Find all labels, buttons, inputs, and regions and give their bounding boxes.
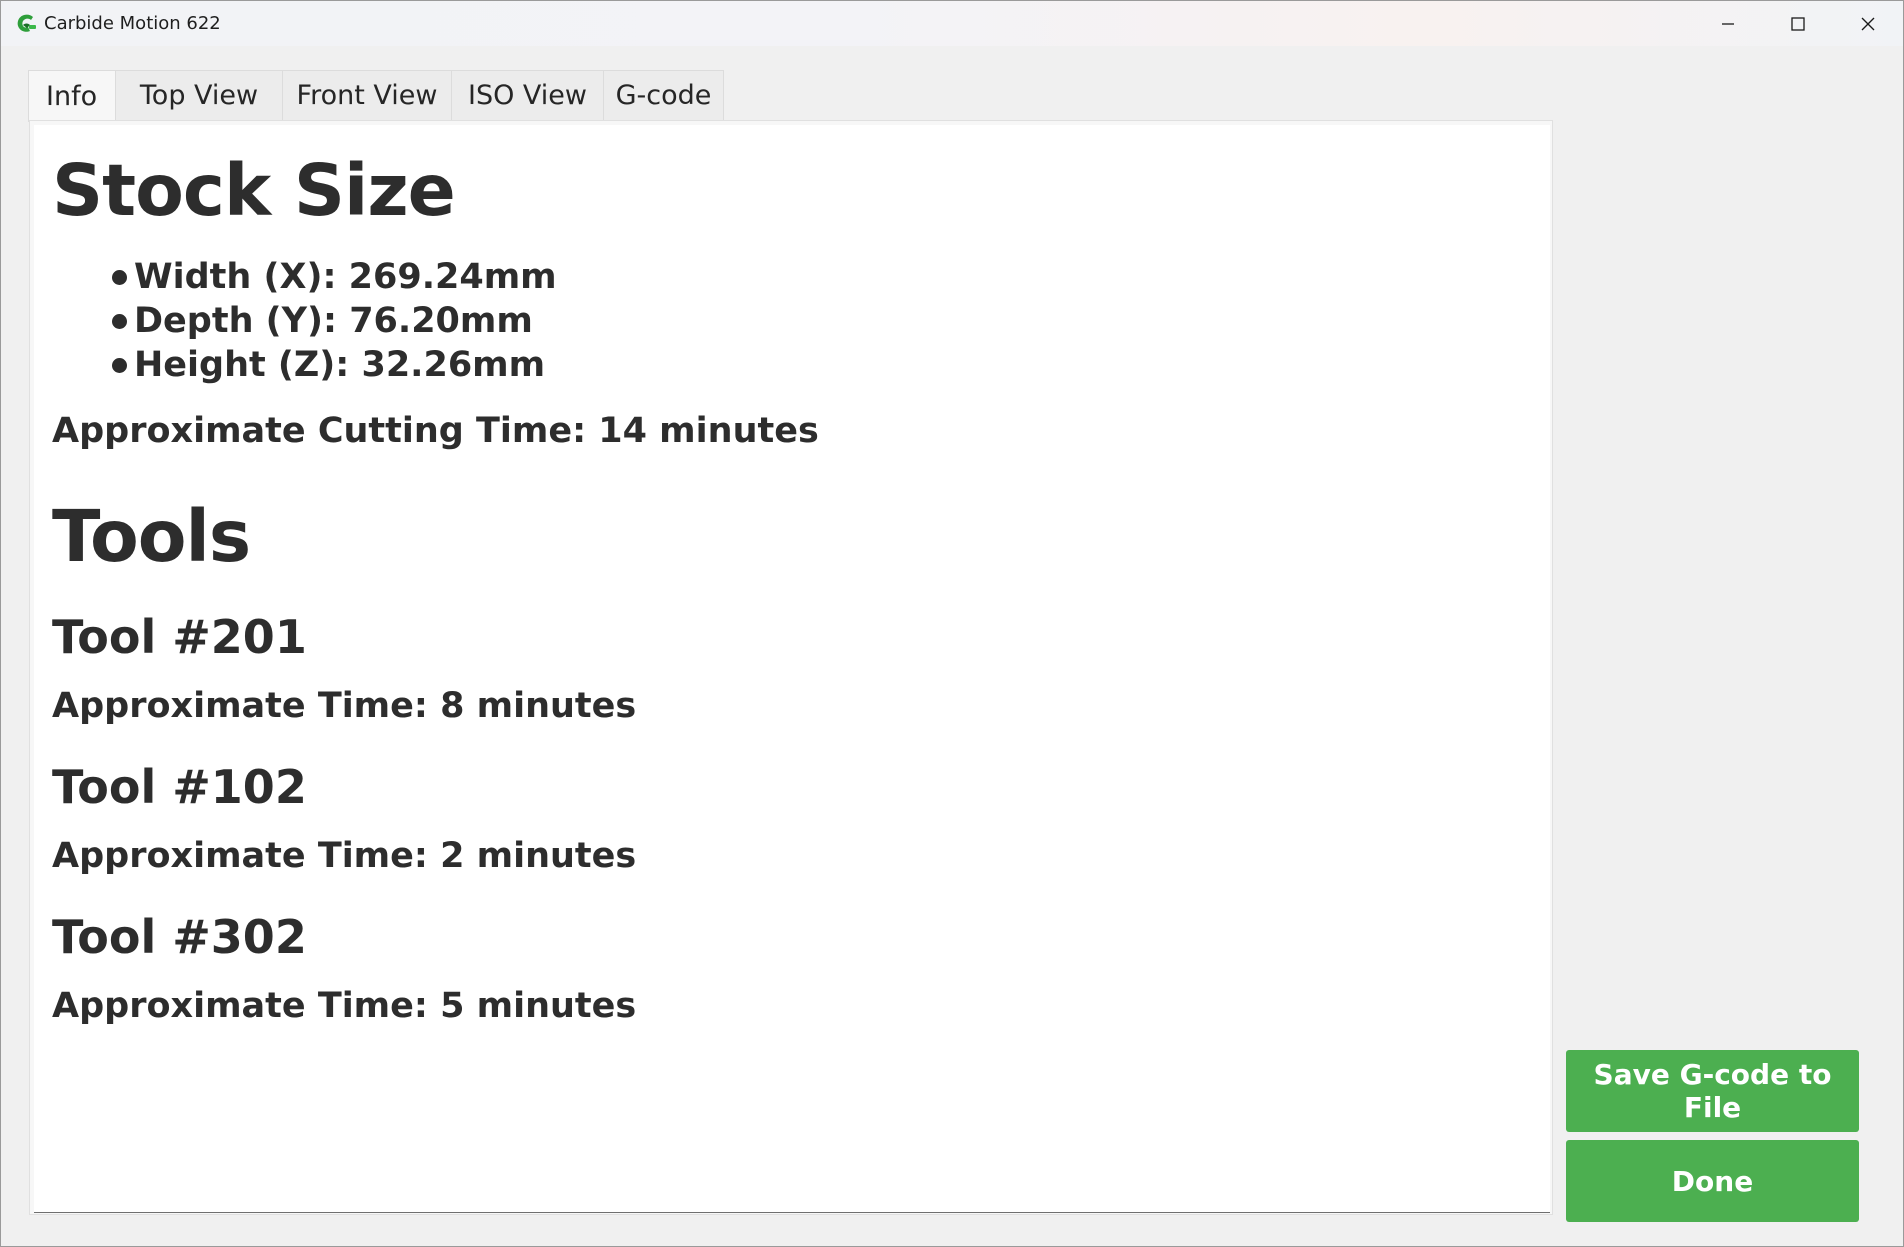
stock-width: Width (X): 269.24mm — [134, 257, 557, 297]
list-item: Width (X): 269.24mm — [112, 255, 557, 299]
approximate-cutting-time: Approximate Cutting Time: 14 minutes — [52, 411, 819, 451]
stock-size-heading: Stock Size — [52, 149, 456, 232]
tab-iso-view[interactable]: ISO View — [452, 70, 604, 120]
bullet-icon — [112, 313, 127, 329]
list-item: Depth (Y): 76.20mm — [112, 299, 557, 343]
tab-front-view[interactable]: Front View — [283, 70, 452, 120]
done-button[interactable]: Done — [1566, 1140, 1859, 1222]
stock-height: Height (Z): 32.26mm — [134, 345, 546, 385]
view-tabs: Info Top View Front View ISO View G-code — [28, 70, 724, 122]
tools-heading: Tools — [52, 495, 251, 578]
stock-size-list: Width (X): 269.24mm Depth (Y): 76.20mm H… — [112, 255, 557, 387]
save-g-code-button[interactable]: Save G-code to File — [1566, 1050, 1859, 1132]
tool-time: Approximate Time: 8 minutes — [52, 686, 637, 726]
minimize-button[interactable] — [1693, 1, 1763, 46]
tab-g-code[interactable]: G-code — [604, 70, 724, 120]
window-title: Carbide Motion 622 — [44, 13, 221, 34]
list-item: Height (Z): 32.26mm — [112, 343, 557, 387]
carbide-motion-app-icon — [14, 12, 38, 36]
tab-info[interactable]: Info — [28, 70, 116, 122]
tool-name: Tool #302 — [52, 910, 307, 964]
app-window: Carbide Motion 622 Info Top View Front V… — [0, 0, 1904, 1247]
close-button[interactable] — [1833, 1, 1903, 46]
tool-time: Approximate Time: 2 minutes — [52, 836, 637, 876]
tool-name: Tool #201 — [52, 610, 307, 664]
info-content[interactable]: Stock Size Width (X): 269.24mm Depth (Y)… — [34, 125, 1550, 1213]
maximize-button[interactable] — [1763, 1, 1833, 46]
maximize-icon — [1790, 16, 1806, 32]
tab-top-view[interactable]: Top View — [116, 70, 283, 120]
info-panel: Stock Size Width (X): 269.24mm Depth (Y)… — [29, 120, 1553, 1215]
tool-time: Approximate Time: 5 minutes — [52, 986, 637, 1026]
tool-name: Tool #102 — [52, 760, 307, 814]
close-icon — [1860, 16, 1876, 32]
bullet-icon — [112, 269, 127, 285]
minimize-icon — [1720, 16, 1736, 32]
title-bar[interactable]: Carbide Motion 622 — [1, 1, 1903, 46]
bullet-icon — [112, 357, 127, 373]
stock-depth: Depth (Y): 76.20mm — [134, 301, 533, 341]
